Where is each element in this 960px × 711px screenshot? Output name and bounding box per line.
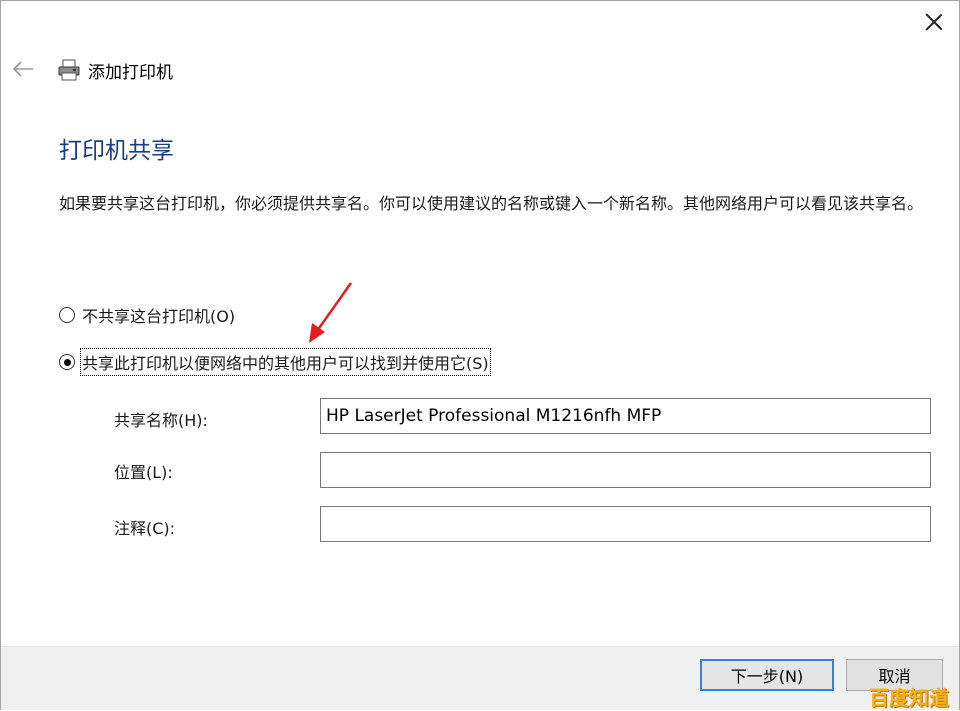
radio-do-not-share[interactable]: 不共享这台打印机(O)	[59, 302, 236, 328]
next-button[interactable]: 下一步(N)	[700, 659, 834, 691]
comment-label: 注释(C):	[114, 519, 176, 538]
page-title: 打印机共享	[59, 138, 174, 164]
watermark-logo: 百度知道	[869, 686, 949, 710]
share-name-input[interactable]	[320, 398, 931, 434]
page-description: 如果要共享这台打印机，你必须提供共享名。你可以使用建议的名称或键入一个新名称。其…	[59, 194, 924, 213]
radio-label-share-printer: 共享此打印机以便网络中的其他用户可以找到并使用它(S)	[80, 348, 491, 376]
back-arrow-icon[interactable]	[11, 57, 37, 81]
share-name-label: 共享名称(H):	[114, 411, 208, 430]
printer-icon	[57, 59, 81, 81]
radio-button-selected[interactable]	[59, 354, 75, 370]
red-arrow-annotation	[309, 282, 353, 343]
comment-input[interactable]	[320, 506, 931, 542]
add-printer-window: 添加打印机 打印机共享 如果要共享这台打印机，你必须提供共享名。你可以使用建议的…	[0, 0, 960, 710]
close-icon[interactable]	[921, 9, 947, 35]
location-label: 位置(L):	[114, 463, 173, 482]
radio-share-printer[interactable]: 共享此打印机以便网络中的其他用户可以找到并使用它(S)	[59, 348, 491, 376]
window-title: 添加打印机	[88, 63, 173, 83]
radio-label-do-not-share: 不共享这台打印机(O)	[82, 307, 236, 326]
location-input[interactable]	[320, 452, 931, 488]
radio-button[interactable]	[59, 307, 75, 323]
